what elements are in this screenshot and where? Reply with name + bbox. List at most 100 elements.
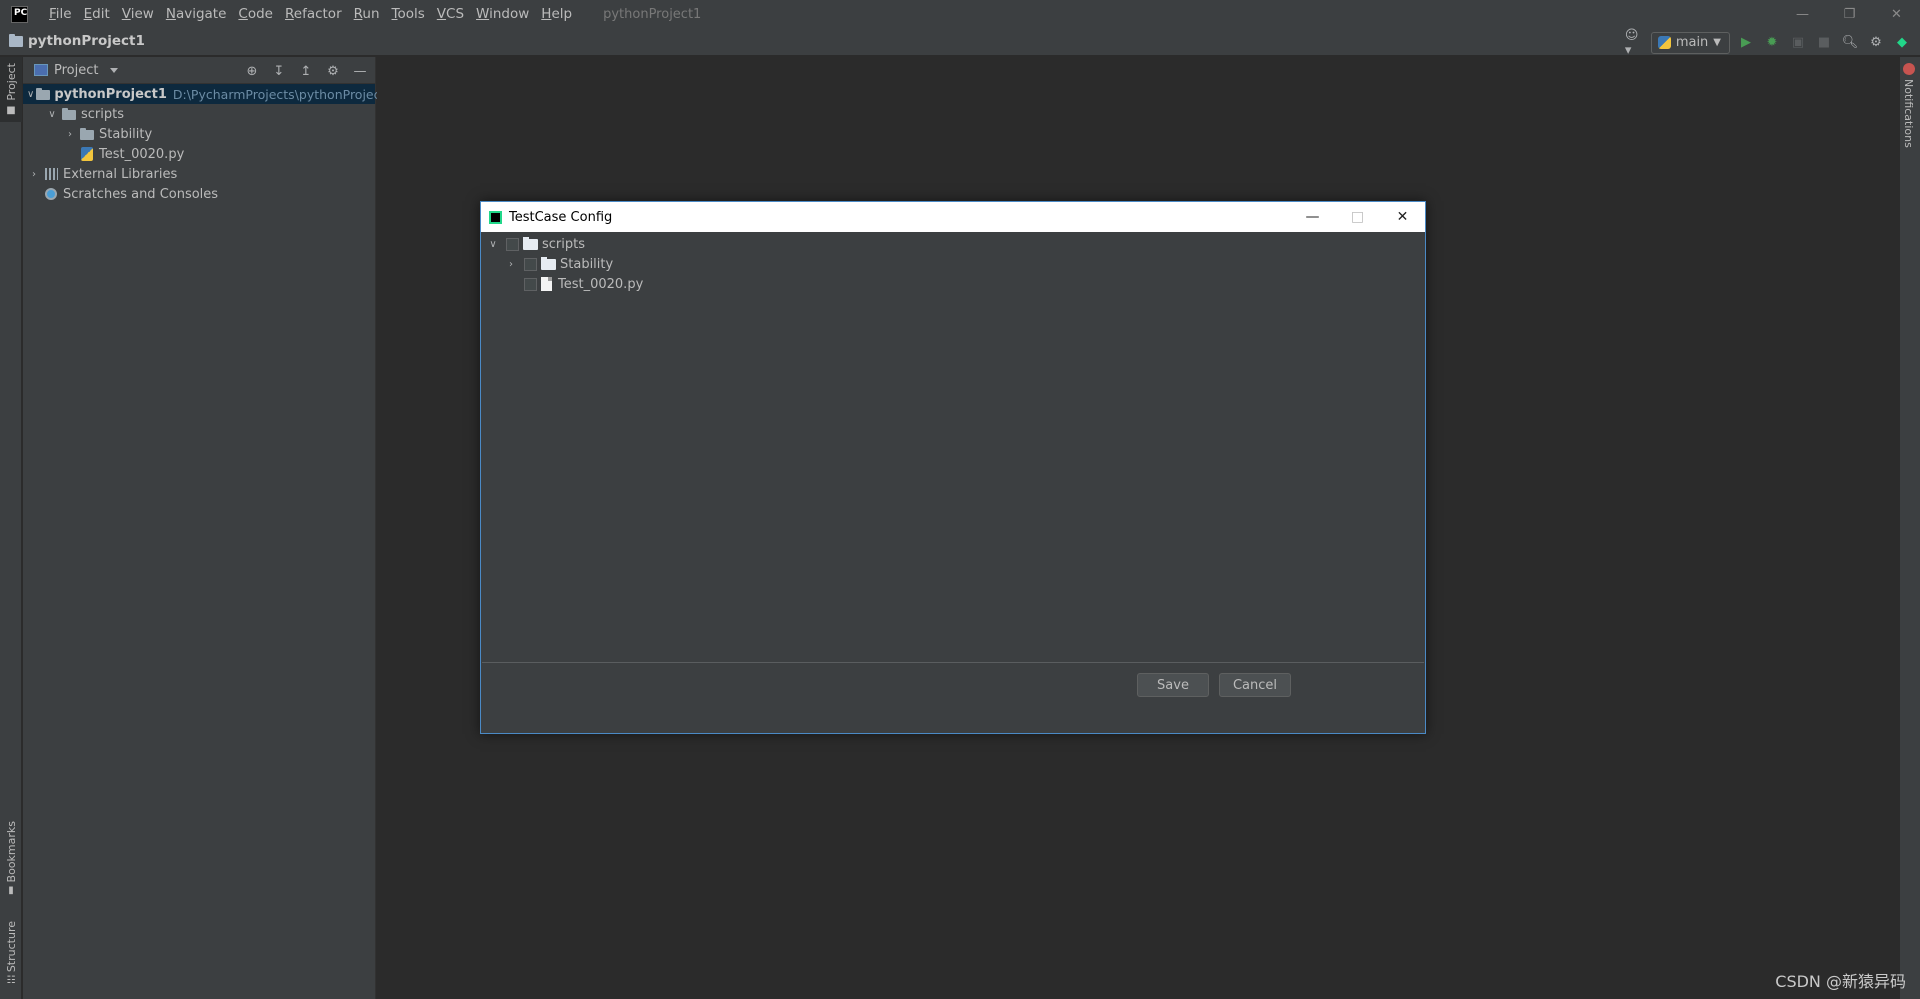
python-icon [1657, 36, 1671, 49]
folder-icon [36, 86, 51, 102]
collapse-all-icon[interactable]: ↥ [297, 62, 315, 80]
run-icon[interactable]: ▶ [1736, 33, 1756, 53]
chevron-down-icon[interactable]: ∨ [27, 87, 34, 101]
dialog-window-controls: — □ ✕ [1290, 202, 1425, 232]
window-title: pythonProject1 [603, 7, 702, 22]
dialog-tree-stability-label: Stability [560, 256, 614, 272]
tree-test-file-label: Test_0020.py [99, 146, 185, 162]
menu-navigate[interactable]: Navigate [160, 0, 233, 29]
tree-external-libraries-label: External Libraries [63, 166, 178, 182]
pycharm-logo-icon [489, 210, 502, 224]
folder-icon [523, 236, 538, 250]
tab-structure[interactable]: Structure ☷ [0, 921, 22, 986]
tree-row-root[interactable]: ∨ pythonProject1 D:\PycharmProjects\pyth… [23, 84, 393, 104]
libraries-icon [43, 166, 59, 182]
tree-root-path: D:\PycharmProjects\pythonProject1 [172, 86, 394, 102]
dialog-footer: Save Cancel [481, 664, 1425, 734]
python-file-icon [79, 146, 95, 162]
menu-code[interactable]: Code [232, 0, 279, 29]
tree-row-scratches[interactable]: Scratches and Consoles [23, 184, 375, 204]
chevron-down-icon[interactable]: ∨ [486, 237, 500, 251]
tree-scratches-label: Scratches and Consoles [63, 186, 219, 202]
gear-icon[interactable]: ⚙ [324, 62, 342, 80]
project-view-selector[interactable]: Project [54, 63, 98, 78]
menu-file[interactable]: File [43, 0, 78, 29]
main-menu: File Edit View Navigate Code Refactor Ru… [43, 0, 578, 29]
tree-row-scripts[interactable]: ∨ scripts [23, 104, 375, 124]
navigation-bar: pythonProject1 ☺▾ main ▼ ▶ ✹ ▣ ■ 🔍︎ ⚙ ◆ [0, 28, 1920, 58]
toolbar-right: ☺▾ main ▼ ▶ ✹ ▣ ■ 🔍︎ ⚙ ◆ [1625, 28, 1912, 58]
menu-edit[interactable]: Edit [78, 0, 116, 29]
dialog-tree-row-test-file[interactable]: Test_0020.py [482, 274, 1424, 294]
cancel-button[interactable]: Cancel [1219, 673, 1291, 697]
hide-icon[interactable]: — [351, 62, 369, 80]
pycharm-logo-icon: PC [11, 6, 28, 23]
menu-help[interactable]: Help [535, 0, 578, 29]
menu-run[interactable]: Run [348, 0, 386, 29]
coverage-icon[interactable]: ▣ [1788, 33, 1808, 53]
scripts-checkbox[interactable] [506, 237, 519, 251]
dialog-tree-row-stability[interactable]: › Stability [482, 254, 1424, 274]
chevron-right-icon[interactable]: › [27, 167, 41, 181]
tree-row-stability[interactable]: › Stability [23, 124, 375, 144]
dialog-file-tree: ∨ scripts › Stability Test_0020.py [482, 233, 1424, 663]
folder-icon: ■ [6, 104, 16, 116]
dialog-tree-row-scripts[interactable]: ∨ scripts [482, 234, 1424, 254]
minimize-icon[interactable]: — [1779, 0, 1826, 29]
save-button[interactable]: Save [1137, 673, 1209, 697]
tab-bookmarks[interactable]: Bookmarks ▮ [0, 821, 22, 896]
search-icon[interactable]: 🔍︎ [1840, 33, 1860, 53]
title-bar: PC File Edit View Navigate Code Refactor… [0, 0, 1920, 29]
run-config-selector[interactable]: main ▼ [1650, 31, 1730, 54]
tree-row-external-libraries[interactable]: › External Libraries [23, 164, 375, 184]
right-tool-strip: Notifications [1899, 57, 1920, 999]
tab-project-label: Project [4, 63, 18, 101]
left-tool-strip: Project ■ Bookmarks ▮ Structure ☷ [0, 57, 22, 999]
tab-structure-label: Structure [4, 921, 18, 973]
dialog-tree-test-file-label: Test_0020.py [558, 276, 644, 292]
run-config-label: main [1675, 35, 1709, 50]
chevron-down-icon: ▼ [1713, 37, 1721, 48]
scratches-icon [43, 186, 59, 202]
menu-window[interactable]: Window [470, 0, 535, 29]
minimize-icon[interactable]: — [1290, 202, 1335, 232]
tab-notifications[interactable]: Notifications [1902, 63, 1915, 148]
dialog-title: TestCase Config [509, 209, 613, 225]
restore-icon[interactable]: ❐ [1826, 0, 1873, 29]
project-panel-header: Project ⊕ ↧ ↥ ⚙ — [23, 57, 375, 84]
menu-refactor[interactable]: Refactor [279, 0, 348, 29]
close-icon[interactable]: ✕ [1873, 0, 1920, 29]
tab-notifications-label: Notifications [1902, 79, 1915, 148]
menu-vcs[interactable]: VCS [431, 0, 470, 29]
debug-icon[interactable]: ✹ [1762, 33, 1782, 53]
expand-all-icon[interactable]: ↧ [270, 62, 288, 80]
tab-bookmarks-label: Bookmarks [4, 821, 18, 883]
user-icon[interactable]: ☺▾ [1625, 28, 1645, 58]
jetbrains-icon[interactable]: ◆ [1892, 33, 1912, 53]
bookmark-icon: ▮ [8, 885, 14, 897]
chevron-right-icon[interactable]: › [63, 127, 77, 141]
menu-view[interactable]: View [116, 0, 160, 29]
file-icon [541, 277, 552, 291]
breadcrumb[interactable]: pythonProject1 [9, 33, 145, 49]
menu-tools[interactable]: Tools [386, 0, 431, 29]
folder-icon [541, 256, 556, 270]
locate-icon[interactable]: ⊕ [243, 62, 261, 80]
breadcrumb-project[interactable]: pythonProject1 [28, 33, 145, 49]
chevron-down-icon[interactable]: ∨ [45, 107, 59, 121]
tree-stability-label: Stability [99, 126, 153, 142]
stability-checkbox[interactable] [524, 257, 537, 271]
tab-project[interactable]: Project ■ [0, 57, 22, 122]
folder-icon [9, 33, 23, 47]
project-view-icon [34, 64, 48, 76]
tree-scripts-label: scripts [81, 106, 124, 122]
chevron-down-icon[interactable] [110, 67, 119, 73]
testcase-config-dialog: TestCase Config — □ ✕ ∨ scripts › Stabil… [480, 201, 1426, 734]
tree-row-test-file[interactable]: Test_0020.py [23, 144, 375, 164]
close-icon[interactable]: ✕ [1380, 202, 1425, 232]
chevron-right-icon[interactable]: › [504, 257, 518, 271]
gear-icon[interactable]: ⚙ [1866, 33, 1886, 53]
notification-bell-icon [1902, 63, 1915, 75]
stop-icon[interactable]: ■ [1814, 33, 1834, 53]
test-file-checkbox[interactable] [524, 277, 537, 291]
